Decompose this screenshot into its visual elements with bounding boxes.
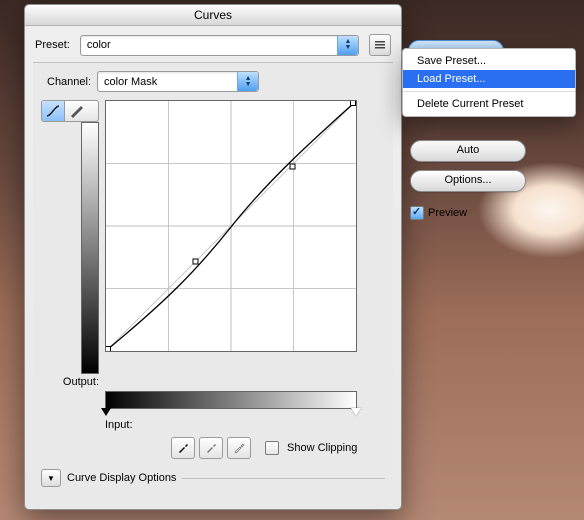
options-button[interactable]: Options... [410, 170, 526, 192]
menu-icon [374, 39, 386, 51]
input-label: Input: [105, 419, 385, 431]
input-gradient[interactable] [105, 391, 357, 409]
menu-item-load-preset[interactable]: Load Preset... [403, 70, 575, 88]
eyedropper-icon [233, 442, 245, 454]
chevron-updown-icon [337, 36, 358, 55]
preset-menu-button[interactable] [369, 34, 391, 56]
curve-area: Output: [41, 100, 385, 388]
disclosure-row: ▼ Curve Display Options [41, 469, 385, 487]
eyedropper-icon [205, 442, 217, 454]
divider [182, 478, 385, 479]
eyedropper-gray[interactable] [199, 437, 223, 459]
menu-item-delete-preset[interactable]: Delete Current Preset [403, 95, 575, 113]
curve-tool-draw[interactable] [64, 101, 87, 121]
curves-dialog: Curves Preset: color Channel: color Mask [24, 4, 402, 510]
channel-row: Channel: color Mask [41, 71, 385, 92]
preset-select-value: color [87, 39, 111, 51]
curve-display-options-label: Curve Display Options [67, 472, 176, 484]
disclosure-toggle[interactable]: ▼ [41, 469, 61, 487]
output-label: Output: [41, 376, 99, 388]
channel-select-value: color Mask [104, 76, 157, 88]
menu-item-save-preset[interactable]: Save Preset... [403, 52, 575, 70]
preset-row: Preset: color [25, 26, 401, 60]
auto-button[interactable]: Auto [410, 140, 526, 162]
pencil-icon [69, 104, 83, 118]
preset-dropdown-menu: Save Preset... Load Preset... Delete Cur… [402, 48, 576, 117]
preset-label: Preset: [35, 39, 70, 51]
curve-tool-point[interactable] [42, 101, 64, 121]
preview-label: Preview [428, 207, 467, 219]
eyedropper-white[interactable] [227, 437, 251, 459]
output-gradient [81, 122, 99, 374]
white-point-slider[interactable] [351, 408, 361, 416]
black-point-slider[interactable] [101, 408, 111, 416]
curve-icon [46, 104, 60, 118]
channel-select[interactable]: color Mask [97, 71, 259, 92]
dialog-title: Curves [25, 5, 401, 26]
curve-tool-group [41, 100, 99, 122]
eyedropper-row: Show Clipping [171, 437, 385, 459]
eyedropper-icon [177, 442, 189, 454]
chevron-updown-icon [237, 72, 258, 91]
side-controls: Auto Options... Preview [410, 140, 526, 220]
curve-plot[interactable] [105, 100, 357, 352]
show-clipping-checkbox[interactable] [265, 441, 279, 455]
channel-label: Channel: [47, 76, 91, 88]
show-clipping-label: Show Clipping [287, 442, 357, 454]
curve-svg [106, 101, 356, 351]
dialog-inner: Channel: color Mask [33, 62, 393, 497]
eyedropper-black[interactable] [171, 437, 195, 459]
preview-checkbox[interactable] [410, 206, 424, 220]
preset-select[interactable]: color [80, 35, 359, 56]
menu-separator [403, 91, 575, 92]
